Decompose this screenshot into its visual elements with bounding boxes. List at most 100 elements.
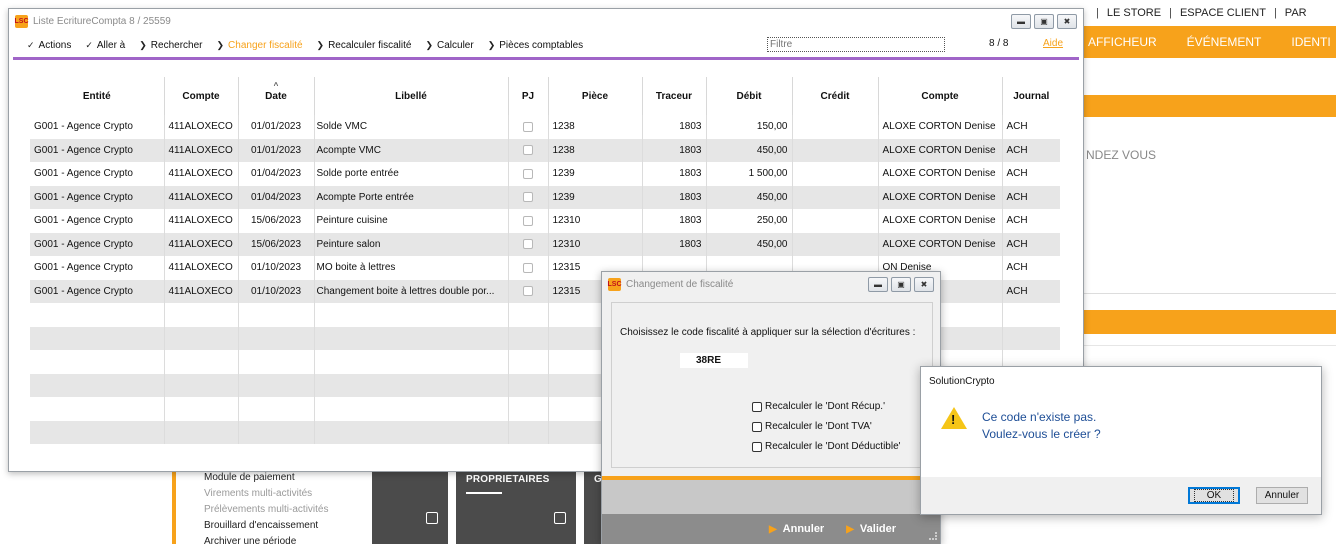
nav-link-store[interactable]: LE STORE bbox=[1107, 7, 1161, 19]
table-cell bbox=[238, 420, 315, 444]
table-row[interactable]: G001 - Agence Crypto 411ALOXECO 01/01/2023… bbox=[30, 138, 1060, 162]
pj-checkbox[interactable] bbox=[523, 262, 533, 273]
window-titlebar[interactable]: LSC Liste EcritureCompta 8 / 25559 bbox=[9, 9, 1083, 33]
filter-input[interactable] bbox=[767, 37, 945, 52]
calculer-button[interactable]: ❯ Calculer bbox=[425, 40, 473, 51]
table-cell: Acompte VMC bbox=[314, 138, 509, 162]
menu-item-archiver[interactable]: Archiver une période bbox=[204, 534, 328, 544]
menu-item-brouillard[interactable]: Brouillard d'encaissement bbox=[204, 518, 328, 534]
maximize-icon[interactable]: ▣ bbox=[891, 277, 911, 292]
background-section-header bbox=[1080, 310, 1336, 334]
column-header-compte-tiers[interactable]: Compte bbox=[878, 77, 1003, 115]
table-cell: 1238 bbox=[548, 138, 643, 162]
menu-item-prelevements[interactable]: Prélèvements multi-activités bbox=[204, 502, 328, 518]
background-divider bbox=[1080, 345, 1336, 346]
table-cell: 250,00 bbox=[706, 209, 793, 233]
minimize-icon[interactable]: ▬ bbox=[1011, 14, 1031, 29]
aller-a-menu[interactable]: ✓ Aller à bbox=[85, 40, 125, 51]
menu-item-module-paiement[interactable]: Module de paiement bbox=[204, 470, 328, 486]
message-line-1: Ce code n'existe pas. bbox=[982, 410, 1097, 424]
table-cell bbox=[164, 420, 239, 444]
checkbox-box[interactable] bbox=[752, 441, 762, 452]
pj-checkbox[interactable] bbox=[523, 192, 533, 203]
recalc-deductible-checkbox[interactable]: Recalculer le 'Dont Déductible' bbox=[752, 441, 901, 452]
list-toolbar: ✓ Actions ✓ Aller à ❯ Rechercher ❯ Changer f… bbox=[9, 33, 1083, 57]
checkbox-box[interactable] bbox=[752, 421, 762, 432]
column-header-journal[interactable]: Journal bbox=[1002, 77, 1060, 115]
annuler-button[interactable]: ▶ Annuler bbox=[769, 523, 824, 535]
pj-checkbox[interactable] bbox=[523, 145, 533, 156]
actions-menu[interactable]: ✓ Actions bbox=[27, 40, 71, 51]
table-cell: 450,00 bbox=[706, 138, 793, 162]
pj-checkbox[interactable] bbox=[523, 215, 533, 226]
column-header-credit[interactable]: Crédit bbox=[792, 77, 879, 115]
nav-link-par[interactable]: PAR bbox=[1285, 7, 1307, 19]
pj-checkbox[interactable] bbox=[523, 286, 533, 297]
table-cell bbox=[30, 303, 165, 327]
close-icon[interactable]: ✖ bbox=[914, 277, 934, 292]
nav-link-espace-client[interactable]: ESPACE CLIENT bbox=[1180, 7, 1266, 19]
help-link[interactable]: Aide bbox=[1043, 38, 1063, 49]
app-logo-icon: LSC bbox=[15, 14, 29, 28]
close-icon[interactable]: ✖ bbox=[1057, 14, 1077, 29]
checkbox-box[interactable] bbox=[752, 401, 762, 412]
tile-title: PROPRIETAIRES bbox=[466, 474, 550, 485]
chevron-right-icon: ❯ bbox=[487, 39, 496, 50]
table-cell bbox=[238, 373, 315, 397]
cancel-button[interactable]: Annuler bbox=[1256, 487, 1308, 504]
rechercher-button[interactable]: ❯ Rechercher bbox=[139, 40, 202, 51]
table-cell: Solde porte entrée bbox=[314, 162, 509, 186]
column-header-traceur[interactable]: Traceur bbox=[642, 77, 707, 115]
fiscalite-question: Choisissez le code fiscalité à appliquer… bbox=[620, 327, 916, 338]
table-cell: ACH bbox=[1006, 168, 1028, 180]
column-header-libelle[interactable]: Libellé bbox=[314, 77, 509, 115]
table-cell: 411ALOXECO bbox=[164, 232, 239, 256]
nav-evenement[interactable]: ÉVÉNEMENT bbox=[1179, 35, 1284, 49]
valider-button[interactable]: ▶ Valider bbox=[846, 523, 896, 535]
minimize-icon[interactable]: ▬ bbox=[868, 277, 888, 292]
table-row[interactable]: G001 - Agence Crypto 411ALOXECO 15/06/2023… bbox=[30, 232, 1060, 256]
table-cell: ALOXE CORTON Denise bbox=[878, 138, 1003, 162]
table-cell bbox=[508, 115, 549, 139]
pieces-comptables-button[interactable]: ❯ Pièces comptables bbox=[488, 40, 583, 51]
background-tile-proprietaires[interactable]: PROPRIETAIRES bbox=[456, 470, 576, 544]
nav-identite[interactable]: IDENTI bbox=[1283, 35, 1336, 49]
resize-grip-icon[interactable] bbox=[929, 532, 937, 540]
column-header-compte[interactable]: Compte bbox=[164, 77, 239, 115]
table-row[interactable]: G001 - Agence Crypto 411ALOXECO 01/04/2023… bbox=[30, 162, 1060, 186]
column-header-date[interactable]: ^ Date bbox=[238, 77, 315, 115]
table-cell bbox=[792, 209, 879, 233]
table-cell: Acompte Porte entrée bbox=[314, 185, 509, 209]
table-row[interactable]: G001 - Agence Crypto 411ALOXECO 01/04/2023… bbox=[30, 185, 1060, 209]
recalc-recup-checkbox[interactable]: Recalculer le 'Dont Récup.' bbox=[752, 401, 885, 412]
table-cell bbox=[30, 373, 165, 397]
changer-fiscalite-button[interactable]: ❯ Changer fiscalité bbox=[217, 40, 303, 51]
background-tile[interactable] bbox=[372, 470, 448, 544]
column-header-debit[interactable]: Débit bbox=[706, 77, 793, 115]
maximize-icon[interactable]: ▣ bbox=[1034, 14, 1054, 29]
table-cell bbox=[508, 397, 549, 421]
table-cell: G001 - Agence Crypto bbox=[30, 232, 165, 256]
table-cell bbox=[238, 397, 315, 421]
recalculer-fiscalite-button[interactable]: ❯ Recalculer fiscalité bbox=[317, 40, 412, 51]
menu-item-virements[interactable]: Virements multi-activités bbox=[204, 486, 328, 502]
recalc-tva-checkbox[interactable]: Recalculer le 'Dont TVA' bbox=[752, 421, 872, 432]
code-fiscalite-input[interactable] bbox=[680, 353, 748, 368]
aller-label: Aller à bbox=[96, 39, 126, 51]
table-cell bbox=[508, 326, 549, 350]
pj-checkbox[interactable] bbox=[523, 239, 533, 250]
pj-checkbox[interactable] bbox=[523, 168, 533, 179]
column-header-entite[interactable]: Entité bbox=[30, 77, 165, 115]
column-header-piece[interactable]: Pièce bbox=[548, 77, 643, 115]
table-row[interactable]: G001 - Agence Crypto 411ALOXECO 01/01/2023… bbox=[30, 115, 1060, 139]
table-cell: G001 - Agence Crypto bbox=[30, 209, 165, 233]
ok-button[interactable]: OK bbox=[1188, 487, 1240, 504]
table-cell bbox=[314, 350, 509, 374]
nav-afficheur[interactable]: AFFICHEUR bbox=[1080, 35, 1179, 49]
pj-checkbox[interactable] bbox=[523, 121, 533, 132]
table-row[interactable]: G001 - Agence Crypto 411ALOXECO 15/06/2023… bbox=[30, 209, 1060, 233]
column-header-pj[interactable]: PJ bbox=[508, 77, 549, 115]
dialog-spacer bbox=[602, 480, 940, 514]
table-cell: 1803 bbox=[642, 185, 707, 209]
dialog-title: Changement de fiscalité bbox=[626, 278, 734, 290]
